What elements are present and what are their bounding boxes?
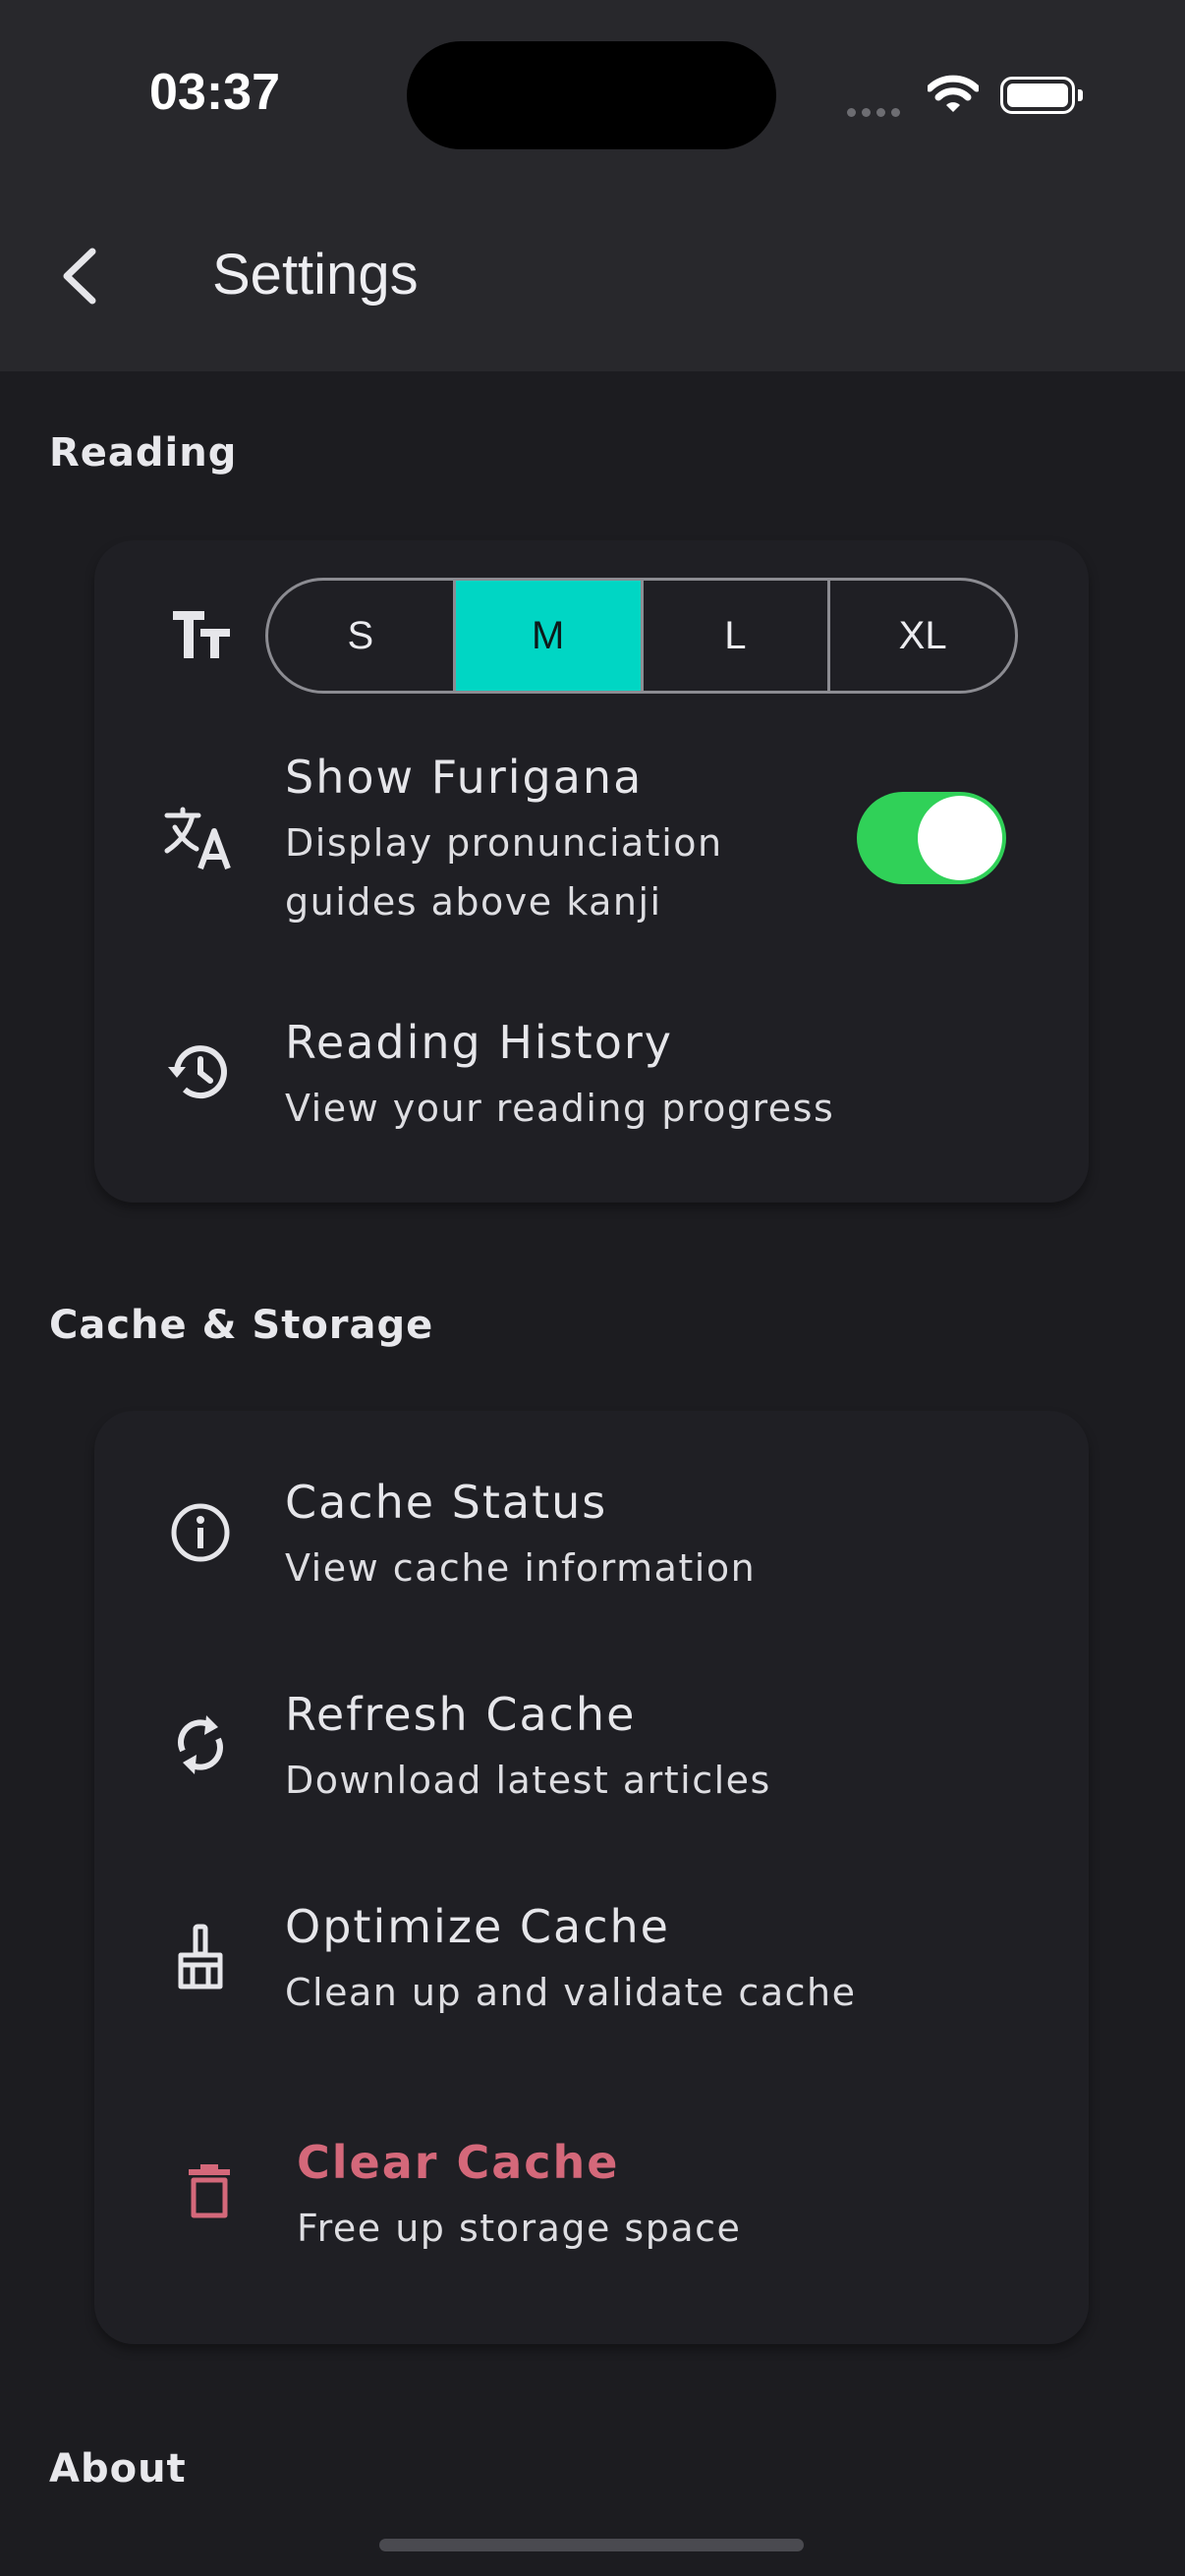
optimize-cache-title: Optimize Cache xyxy=(285,1900,670,1953)
clear-cache-title: Clear Cache xyxy=(297,2136,620,2189)
refresh-icon xyxy=(178,1715,223,1774)
font-size-option-s[interactable]: S xyxy=(268,581,456,691)
section-title-cache: Cache & Storage xyxy=(49,1303,434,1348)
section-title-about: About xyxy=(49,2446,187,2492)
toggle-knob xyxy=(918,796,1002,880)
furigana-toggle[interactable] xyxy=(857,792,1006,884)
trash-icon xyxy=(189,2164,230,2218)
furigana-subtitle-line2: guides above kanji xyxy=(285,880,662,924)
section-title-reading: Reading xyxy=(49,430,238,476)
app-bar xyxy=(0,187,1185,371)
broom-icon xyxy=(178,1924,223,1989)
cache-status-subtitle: View cache information xyxy=(285,1546,757,1590)
font-size-option-l[interactable]: L xyxy=(644,581,831,691)
font-size-option-xl[interactable]: XL xyxy=(830,581,1015,691)
furigana-title: Show Furigana xyxy=(285,751,644,804)
dynamic-island xyxy=(407,41,776,149)
reading-history-subtitle: View your reading progress xyxy=(285,1087,835,1130)
battery-icon xyxy=(1000,77,1083,114)
cellular-signal-icon xyxy=(847,102,906,121)
refresh-cache-subtitle: Download latest articles xyxy=(285,1759,771,1802)
history-icon xyxy=(168,1045,227,1099)
furigana-subtitle-line1: Display pronunciation xyxy=(285,821,723,865)
cache-status-title: Cache Status xyxy=(285,1476,608,1529)
status-bar: 03:37 xyxy=(0,0,1185,187)
home-indicator xyxy=(379,2539,804,2551)
back-chevron-icon[interactable] xyxy=(57,246,106,307)
translate-icon xyxy=(164,807,231,870)
status-time: 03:37 xyxy=(149,64,280,121)
reading-history-title: Reading History xyxy=(285,1016,673,1069)
text-size-icon xyxy=(173,611,230,658)
page-title: Settings xyxy=(212,243,419,307)
clear-cache-subtitle: Free up storage space xyxy=(297,2207,742,2250)
wifi-icon xyxy=(928,75,979,112)
font-size-selector[interactable]: S M L XL xyxy=(265,578,1018,694)
font-size-option-m[interactable]: M xyxy=(455,581,644,691)
optimize-cache-subtitle: Clean up and validate cache xyxy=(285,1971,857,2014)
info-icon xyxy=(171,1503,230,1562)
refresh-cache-title: Refresh Cache xyxy=(285,1688,637,1741)
